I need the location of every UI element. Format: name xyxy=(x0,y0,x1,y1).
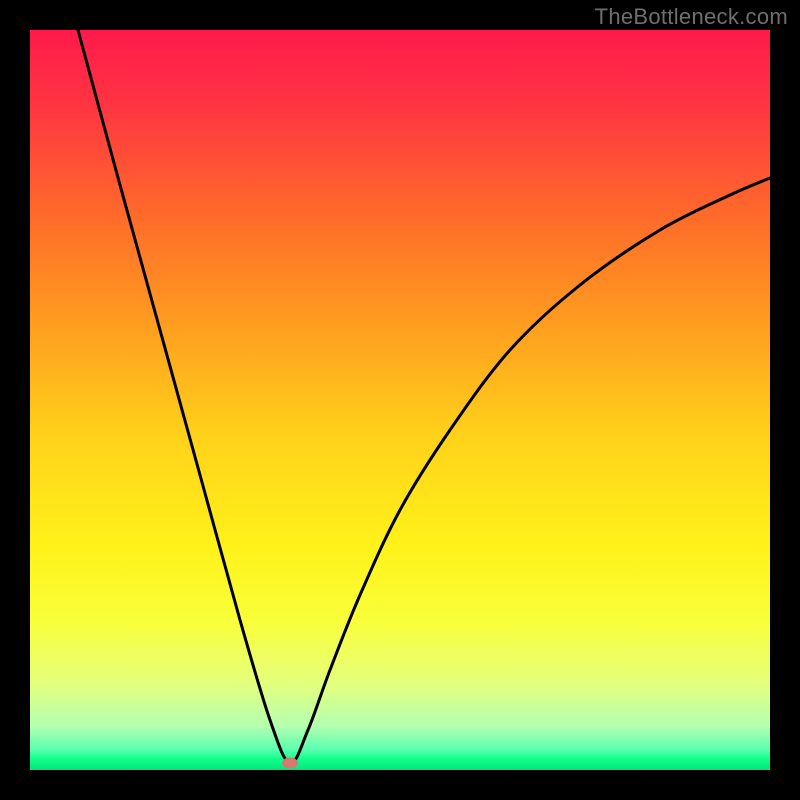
bottleneck-curve xyxy=(30,30,770,770)
chart-frame: TheBottleneck.com xyxy=(0,0,800,800)
optimal-point-marker xyxy=(282,758,298,769)
plot-area xyxy=(30,30,770,770)
watermark-text: TheBottleneck.com xyxy=(595,4,788,30)
